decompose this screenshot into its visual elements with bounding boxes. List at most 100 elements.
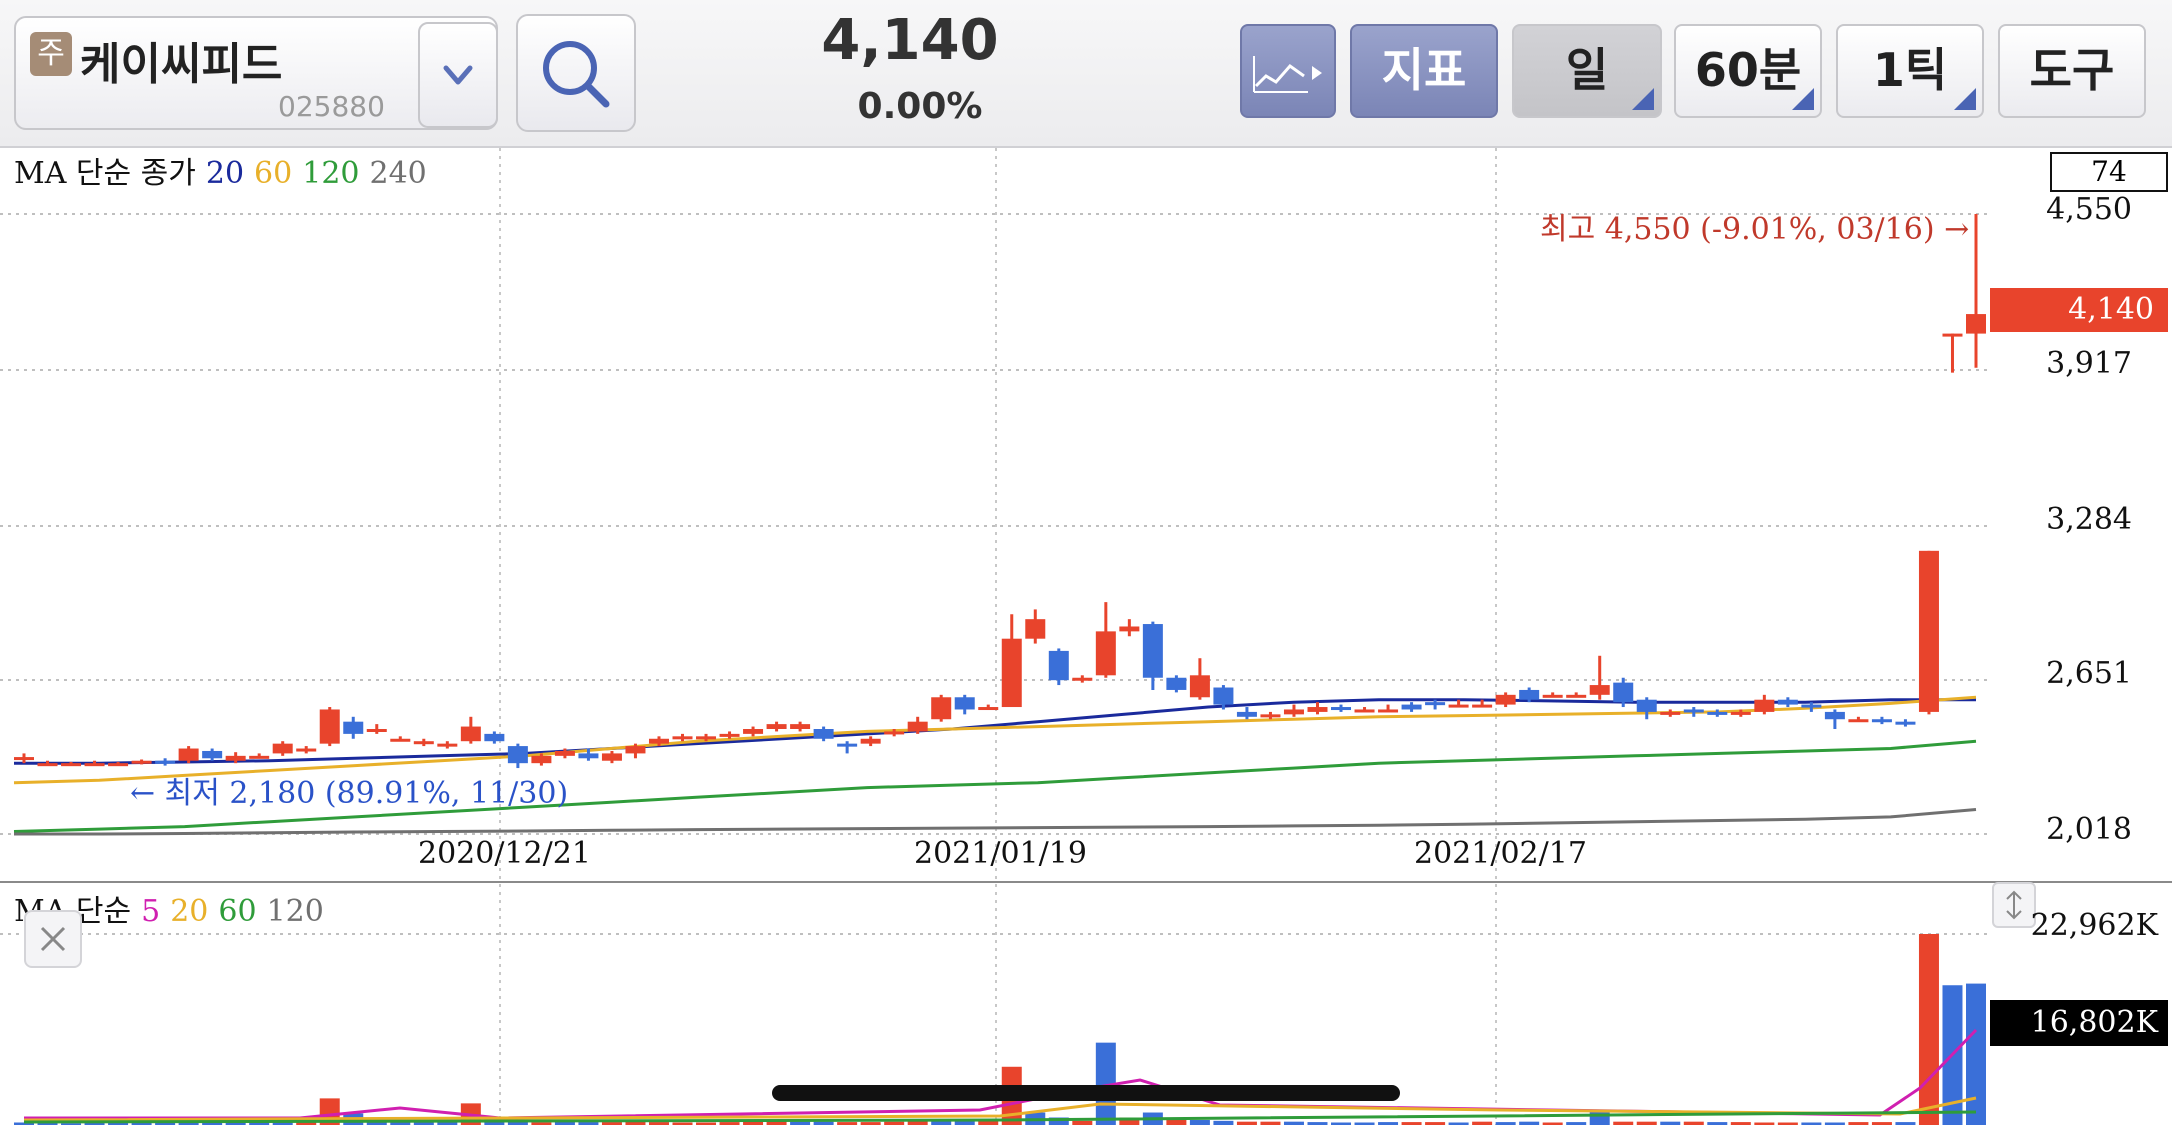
low-price-note: ← 최저 2,180 (89.91%, 11/30) bbox=[130, 776, 569, 811]
candle-body-37 bbox=[884, 731, 905, 735]
candle-body-49 bbox=[1166, 677, 1187, 690]
candle-body-56 bbox=[1331, 707, 1352, 711]
candle-body-29 bbox=[696, 736, 717, 740]
tools-button[interactable]: 도구 bbox=[1998, 24, 2146, 118]
line-chart-icon bbox=[1253, 56, 1322, 93]
volume-ma5-line bbox=[24, 1028, 1978, 1120]
candle-body-64 bbox=[1519, 689, 1540, 700]
candle-body-44 bbox=[1048, 650, 1069, 681]
candle-body-22 bbox=[531, 755, 552, 764]
home-indicator bbox=[772, 1085, 1400, 1101]
current-volume-tag: 16,802K bbox=[1990, 1000, 2168, 1046]
ma120-label: 120 bbox=[302, 156, 360, 191]
search-icon bbox=[543, 41, 610, 108]
candle-body-63 bbox=[1495, 694, 1516, 705]
candle-body-55 bbox=[1307, 707, 1328, 712]
candle-body-11 bbox=[272, 743, 293, 754]
candle-body-36 bbox=[860, 738, 881, 744]
stock-type-badge: 주 bbox=[30, 32, 72, 76]
volume-y-max: 22,962K bbox=[2030, 908, 2158, 943]
volume-bar-45 bbox=[1072, 1120, 1093, 1125]
y-tick-4550: 4,550 bbox=[2046, 192, 2132, 227]
minute-interval-button[interactable]: 60분 bbox=[1674, 24, 1822, 118]
high-price-note: 최고 4,550 (-9.01%, 03/16) → bbox=[1540, 212, 1970, 247]
candle-body-58 bbox=[1378, 709, 1399, 713]
candle-body-83 bbox=[1966, 314, 1986, 334]
candle-body-61 bbox=[1448, 704, 1469, 708]
candle-body-17 bbox=[413, 741, 434, 745]
candle-body-26 bbox=[625, 746, 646, 754]
dropdown-corner-icon bbox=[1954, 88, 1976, 110]
candle-body-73 bbox=[1730, 711, 1751, 715]
candle-body-68 bbox=[1613, 682, 1634, 703]
visible-count-box[interactable]: 74 bbox=[2050, 152, 2168, 192]
candle-body-0 bbox=[14, 757, 34, 761]
candle-body-33 bbox=[790, 724, 811, 729]
candle-body-15 bbox=[366, 729, 387, 732]
candle-body-52 bbox=[1236, 711, 1257, 717]
candle-body-41 bbox=[978, 707, 999, 711]
tick-interval-button[interactable]: 1틱 bbox=[1836, 24, 1984, 118]
close-indicator-button[interactable] bbox=[24, 910, 82, 968]
volume-bar-81 bbox=[1918, 934, 1939, 1125]
candle-body-27 bbox=[648, 738, 669, 744]
y-tick-2018: 2,018 bbox=[2046, 812, 2132, 847]
candle-body-75 bbox=[1777, 699, 1798, 705]
candle-body-72 bbox=[1707, 711, 1728, 715]
volume-bar-83 bbox=[1966, 983, 1986, 1125]
candle-body-78 bbox=[1848, 719, 1869, 723]
y-tick-3917: 3,917 bbox=[2046, 346, 2132, 381]
candle-body-67 bbox=[1589, 685, 1610, 695]
candle-body-62 bbox=[1472, 704, 1493, 708]
candle-body-80 bbox=[1895, 721, 1916, 725]
candle-body-8 bbox=[202, 750, 223, 759]
candle-body-12 bbox=[296, 748, 317, 752]
candle-body-60 bbox=[1425, 702, 1446, 706]
candle-body-35 bbox=[837, 743, 858, 747]
vol-ma120-label: 120 bbox=[266, 894, 324, 929]
candle-body-71 bbox=[1683, 709, 1704, 713]
price-ma-title: MA 단순 종가 bbox=[14, 156, 196, 191]
candle-body-2 bbox=[61, 763, 82, 767]
candle-body-30 bbox=[719, 733, 740, 737]
candle-body-47 bbox=[1119, 626, 1140, 632]
candle-body-5 bbox=[131, 760, 152, 764]
candle-body-28 bbox=[672, 736, 693, 740]
dropdown-corner-icon bbox=[1632, 88, 1654, 110]
resize-panel-button[interactable] bbox=[1992, 882, 2036, 928]
dropdown-corner-icon bbox=[1792, 88, 1814, 110]
candle-body-76 bbox=[1801, 704, 1822, 708]
candle-body-20 bbox=[484, 733, 505, 742]
candle-body-54 bbox=[1283, 709, 1304, 715]
y-tick-2651: 2,651 bbox=[2046, 656, 2132, 691]
candle-body-13 bbox=[319, 709, 340, 744]
search-button[interactable] bbox=[516, 14, 636, 132]
period-day-button[interactable]: 일 bbox=[1512, 24, 1662, 118]
vol-ma5-label: 5 bbox=[141, 894, 161, 929]
chart-type-button[interactable] bbox=[1240, 24, 1336, 118]
candle-body-57 bbox=[1354, 709, 1375, 713]
candle-body-50 bbox=[1189, 675, 1210, 698]
chevron-down-icon bbox=[443, 65, 473, 85]
candle-body-23 bbox=[554, 750, 575, 756]
tick-interval-label: 1틱 bbox=[1872, 43, 1948, 97]
candle-body-3 bbox=[84, 763, 105, 767]
candle-body-53 bbox=[1260, 714, 1281, 718]
candle-body-40 bbox=[954, 697, 975, 710]
y-tick-3284: 3,284 bbox=[2046, 502, 2132, 537]
candle-body-45 bbox=[1072, 677, 1093, 681]
indicator-button[interactable]: 지표 bbox=[1350, 24, 1498, 118]
stock-dropdown-button[interactable] bbox=[418, 22, 498, 128]
candle-body-34 bbox=[813, 729, 834, 739]
candle-body-9 bbox=[225, 755, 246, 761]
volume-bar-50 bbox=[1189, 1120, 1210, 1125]
current-price-tag: 4,140 bbox=[1990, 288, 2168, 332]
price-change-percent: 0.00% bbox=[857, 86, 983, 127]
candle-body-82 bbox=[1942, 333, 1963, 337]
candle-body-48 bbox=[1142, 624, 1163, 678]
volume-bar-41 bbox=[978, 1121, 999, 1125]
candle-body-59 bbox=[1401, 704, 1422, 710]
vertical-resize-icon bbox=[2006, 890, 2022, 920]
date-label-1: 2020/12/21 bbox=[418, 836, 591, 871]
price-volume-chart[interactable] bbox=[0, 148, 2172, 1125]
